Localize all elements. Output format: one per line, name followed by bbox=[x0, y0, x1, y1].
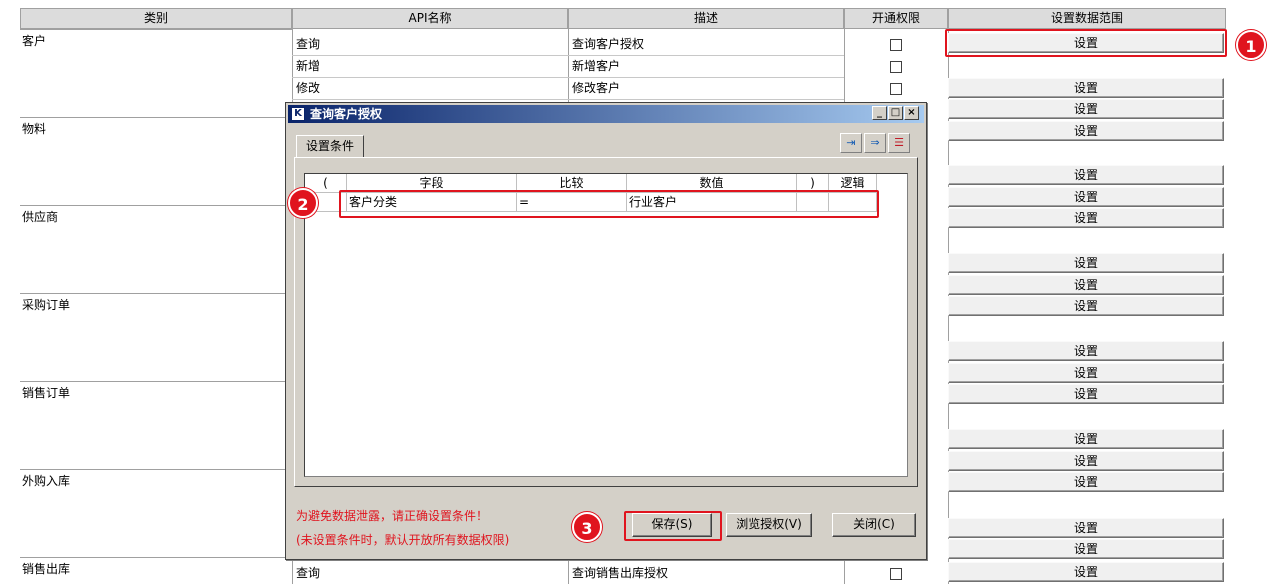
close-icon[interactable]: × bbox=[904, 106, 919, 120]
dialog-titlebar[interactable]: K 查询客户授权 bbox=[288, 105, 924, 123]
set-scope-button[interactable]: 设置 bbox=[948, 429, 1224, 449]
callout-badge-2: 2 bbox=[288, 188, 318, 218]
delete-row-icon[interactable]: ☰ bbox=[888, 133, 910, 153]
header-api-name: API名称 bbox=[292, 8, 568, 29]
warning-note: (未设置条件时，默认开放所有数据权限) bbox=[296, 533, 510, 547]
conditions-table: ( 字段 比较 数值 ) 逻辑 客户分类 = 行业客户 bbox=[304, 173, 908, 477]
category-customer: 客户 bbox=[20, 29, 292, 117]
warning-text: 为避免数据泄露，请正确设置条件！ bbox=[296, 509, 489, 523]
header-category: 类别 bbox=[20, 8, 292, 29]
set-scope-button[interactable]: 设置 bbox=[948, 472, 1224, 492]
permission-checkbox[interactable] bbox=[890, 61, 902, 73]
description-cell: 修改客户 bbox=[568, 78, 844, 100]
query-customer-auth-dialog: K 查询客户授权 _ □ × 设置条件 ⇥ ⇒ ☰ ( 字段 比较 数值 ) 逻… bbox=[285, 102, 927, 560]
set-scope-button[interactable]: 设置 bbox=[948, 518, 1224, 538]
browse-authorization-button[interactable]: 浏览授权(V) bbox=[726, 513, 812, 537]
append-row-icon[interactable]: ⇒ bbox=[864, 133, 886, 153]
set-scope-button[interactable]: 设置 bbox=[948, 165, 1224, 185]
set-scope-button[interactable]: 设置 bbox=[948, 208, 1224, 228]
api-name-cell: 查询 bbox=[292, 563, 568, 584]
close-button[interactable]: 关闭(C) bbox=[832, 513, 916, 537]
minimize-icon[interactable]: _ bbox=[872, 106, 887, 120]
permission-checkbox[interactable] bbox=[890, 39, 902, 51]
permission-checkbox[interactable] bbox=[890, 568, 902, 580]
set-scope-button[interactable]: 设置 bbox=[948, 539, 1224, 559]
header-permission: 开通权限 bbox=[844, 8, 948, 29]
header-data-scope: 设置数据范围 bbox=[948, 8, 1226, 29]
set-scope-button[interactable]: 设置 bbox=[948, 121, 1224, 141]
permission-checkbox[interactable] bbox=[890, 83, 902, 95]
highlight-set-button bbox=[945, 29, 1227, 57]
description-cell: 新增客户 bbox=[568, 56, 844, 78]
maximize-icon[interactable]: □ bbox=[888, 106, 903, 120]
category-sales-outbound: 销售出库 bbox=[20, 557, 292, 584]
set-scope-button[interactable]: 设置 bbox=[948, 384, 1224, 404]
api-name-cell: 修改 bbox=[292, 78, 568, 100]
set-scope-button[interactable]: 设置 bbox=[948, 187, 1224, 207]
set-scope-button[interactable]: 设置 bbox=[948, 562, 1224, 582]
callout-badge-3: 3 bbox=[572, 512, 602, 542]
api-name-cell: 查询 bbox=[292, 34, 568, 56]
set-scope-button[interactable]: 设置 bbox=[948, 253, 1224, 273]
category-sales-order: 销售订单 bbox=[20, 381, 292, 469]
set-scope-button[interactable]: 设置 bbox=[948, 275, 1224, 295]
set-scope-button[interactable]: 设置 bbox=[948, 451, 1224, 471]
category-material: 物料 bbox=[20, 117, 292, 205]
set-scope-button[interactable]: 设置 bbox=[948, 78, 1224, 98]
insert-row-icon[interactable]: ⇥ bbox=[840, 133, 862, 153]
highlight-save-button bbox=[624, 511, 722, 541]
set-scope-button[interactable]: 设置 bbox=[948, 341, 1224, 361]
callout-badge-1: 1 bbox=[1236, 30, 1266, 60]
set-scope-button[interactable]: 设置 bbox=[948, 363, 1224, 383]
dialog-title: 查询客户授权 bbox=[310, 107, 383, 121]
category-purchase-order: 采购订单 bbox=[20, 293, 292, 381]
api-name-cell: 新增 bbox=[292, 56, 568, 78]
set-scope-button[interactable]: 设置 bbox=[948, 296, 1224, 316]
tab-set-conditions[interactable]: 设置条件 bbox=[296, 135, 364, 157]
app-logo-icon: K bbox=[291, 107, 305, 121]
category-supplier: 供应商 bbox=[20, 205, 292, 293]
description-cell: 查询销售出库授权 bbox=[568, 563, 844, 584]
category-purchase-inbound: 外购入库 bbox=[20, 469, 292, 557]
description-cell: 查询客户授权 bbox=[568, 34, 844, 56]
set-scope-button[interactable]: 设置 bbox=[948, 99, 1224, 119]
header-description: 描述 bbox=[568, 8, 844, 29]
highlight-condition-row bbox=[339, 190, 879, 218]
